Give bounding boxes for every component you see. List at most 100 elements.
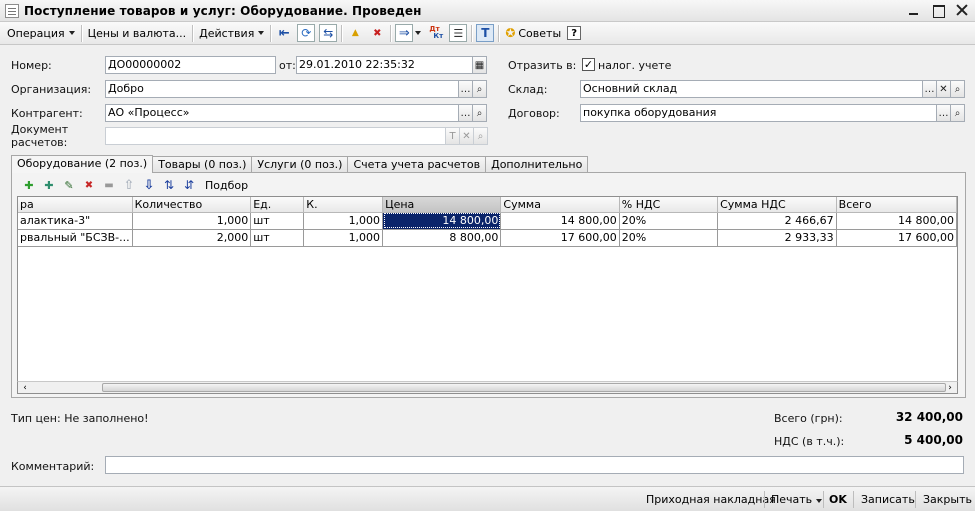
scroll-left-icon[interactable]: ‹ [19, 382, 31, 393]
copy-row-icon[interactable] [39, 176, 59, 194]
add-row-icon[interactable] [19, 176, 39, 194]
cell-total[interactable]: 17 600,00 [836, 229, 957, 247]
post-document-icon[interactable] [346, 24, 364, 42]
cell-vat-amount[interactable]: 2 933,33 [717, 229, 837, 247]
unpost-document-icon[interactable] [368, 24, 386, 42]
table-row[interactable]: рвальный "БСЗВ-... 2,000 шт 1,000 8 800,… [18, 229, 957, 247]
dt-kt-icon[interactable]: Дт Кт [427, 24, 445, 42]
open-icon[interactable]: ⌕ [950, 80, 965, 98]
cell-nomenclature[interactable]: алактика-3" [18, 212, 133, 230]
move-down-icon[interactable] [139, 176, 159, 194]
tab-settlement-accounts[interactable]: Счета учета расчетов [347, 156, 487, 173]
maximize-button[interactable] [931, 3, 945, 18]
cell-coefficient[interactable]: 1,000 [303, 212, 384, 230]
organization-field[interactable]: Добро [105, 80, 459, 98]
close-button[interactable]: Закрыть [923, 491, 972, 508]
contract-field[interactable]: покупка оборудования [580, 104, 937, 122]
enter-on-basis-icon[interactable] [275, 24, 293, 42]
open-icon[interactable]: ⌕ [472, 104, 487, 122]
select-button[interactable]: … [922, 80, 937, 98]
help-icon[interactable]: ? [567, 26, 582, 40]
table-row[interactable]: алактика-3" 1,000 шт 1,000 14 800,00 14 … [18, 212, 957, 230]
cell-vat-rate[interactable]: 20% [619, 212, 719, 230]
structure-icon[interactable] [476, 24, 495, 42]
delete-row-icon[interactable] [79, 176, 99, 194]
comment-field[interactable] [105, 456, 964, 474]
cell-amount[interactable]: 17 600,00 [500, 229, 620, 247]
go-to-icon[interactable] [395, 24, 414, 42]
column-header-unit[interactable]: Ед. [250, 197, 305, 213]
scroll-right-icon[interactable]: › [944, 382, 956, 393]
cell-total[interactable]: 14 800,00 [836, 212, 957, 230]
cell-quantity[interactable]: 1,000 [132, 212, 252, 230]
horizontal-scrollbar[interactable]: ‹ › [17, 381, 958, 394]
toolbar-separator [270, 24, 272, 42]
column-header-amount[interactable]: Сумма [500, 197, 620, 213]
column-header-vat-amount[interactable]: Сумма НДС [717, 197, 837, 213]
column-header-price[interactable]: Цена [382, 197, 502, 213]
clear-icon[interactable]: ✕ [936, 80, 951, 98]
cell-price[interactable]: 14 800,00 [382, 212, 502, 230]
cell-unit[interactable]: шт [250, 212, 305, 230]
cell-vat-amount[interactable]: 2 466,67 [717, 212, 837, 230]
number-field[interactable]: ДО00000002 [105, 56, 276, 74]
save-button[interactable]: Записать [861, 491, 915, 508]
chevron-down-icon[interactable] [415, 31, 422, 35]
date-field[interactable]: 29.01.2010 22:35:32 [296, 56, 473, 74]
list-icon[interactable] [449, 24, 468, 42]
exchange-icon[interactable] [319, 24, 338, 42]
operation-menu[interactable]: Операция [3, 24, 79, 43]
tax-accounting-checkbox[interactable]: ✓ [582, 58, 595, 71]
receipt-invoice-button[interactable]: Приходная накладная [646, 491, 776, 508]
tab-additional[interactable]: Дополнительно [485, 156, 589, 173]
end-edit-icon[interactable] [99, 176, 119, 194]
tips-button[interactable]: Советы [501, 24, 565, 43]
scrollbar-thumb[interactable] [102, 383, 946, 392]
select-button[interactable]: … [458, 80, 473, 98]
cell-price[interactable]: 8 800,00 [382, 229, 502, 247]
edit-row-icon[interactable] [59, 176, 79, 194]
cell-nomenclature[interactable]: рвальный "БСЗВ-... [18, 229, 133, 247]
cell-unit[interactable]: шт [250, 229, 305, 247]
toolbar-separator [498, 24, 500, 42]
operation-label: Операция [7, 26, 65, 40]
select-button[interactable]: … [458, 104, 473, 122]
open-icon[interactable]: ⌕ [473, 127, 488, 145]
date-label: от: [279, 59, 296, 72]
sort-ascending-icon[interactable] [159, 176, 179, 194]
cell-quantity[interactable]: 2,000 [132, 229, 252, 247]
settlement-doc-field[interactable] [105, 127, 446, 145]
cell-vat-rate[interactable]: 20% [619, 229, 719, 247]
column-header-total[interactable]: Всего [836, 197, 957, 213]
prices-currency-button[interactable]: Цены и валюта... [84, 24, 190, 43]
ok-button[interactable]: OK [829, 491, 847, 508]
clear-icon[interactable]: ✕ [459, 127, 474, 145]
tab-equipment[interactable]: Оборудование (2 поз.) [11, 155, 154, 173]
type-icon[interactable]: T [445, 127, 460, 145]
contractor-field[interactable]: АО «Процесс» [105, 104, 459, 122]
open-icon[interactable]: ⌕ [472, 80, 487, 98]
refresh-icon[interactable] [297, 24, 316, 42]
column-header-vat-rate[interactable]: % НДС [619, 197, 719, 213]
cell-coefficient[interactable]: 1,000 [303, 229, 384, 247]
column-header-quantity[interactable]: Количество [132, 197, 252, 213]
select-button[interactable]: … [936, 104, 951, 122]
column-header-coefficient[interactable]: К. [303, 197, 384, 213]
tab-goods[interactable]: Товары (0 поз.) [152, 156, 253, 173]
cell-amount[interactable]: 14 800,00 [500, 212, 620, 230]
close-window-button[interactable] [955, 3, 969, 17]
pick-button[interactable]: Подбор [205, 179, 248, 192]
move-up-icon[interactable] [119, 176, 139, 194]
tab-services[interactable]: Услуги (0 поз.) [251, 156, 349, 173]
open-icon[interactable]: ⌕ [950, 104, 965, 122]
minimize-button[interactable] [907, 3, 921, 17]
actions-menu[interactable]: Действия [195, 24, 268, 43]
column-header-nomenclature[interactable]: ра [18, 197, 133, 213]
print-menu[interactable]: Печать [771, 491, 823, 508]
chevron-down-icon [68, 31, 75, 35]
title-bar: Поступление товаров и услуг: Оборудовани… [0, 0, 975, 22]
warehouse-field[interactable]: Основний склад [580, 80, 923, 98]
calendar-icon[interactable]: ▦ [472, 56, 487, 74]
sort-descending-icon[interactable] [179, 176, 199, 194]
total-value: 32 400,00 [895, 410, 963, 424]
